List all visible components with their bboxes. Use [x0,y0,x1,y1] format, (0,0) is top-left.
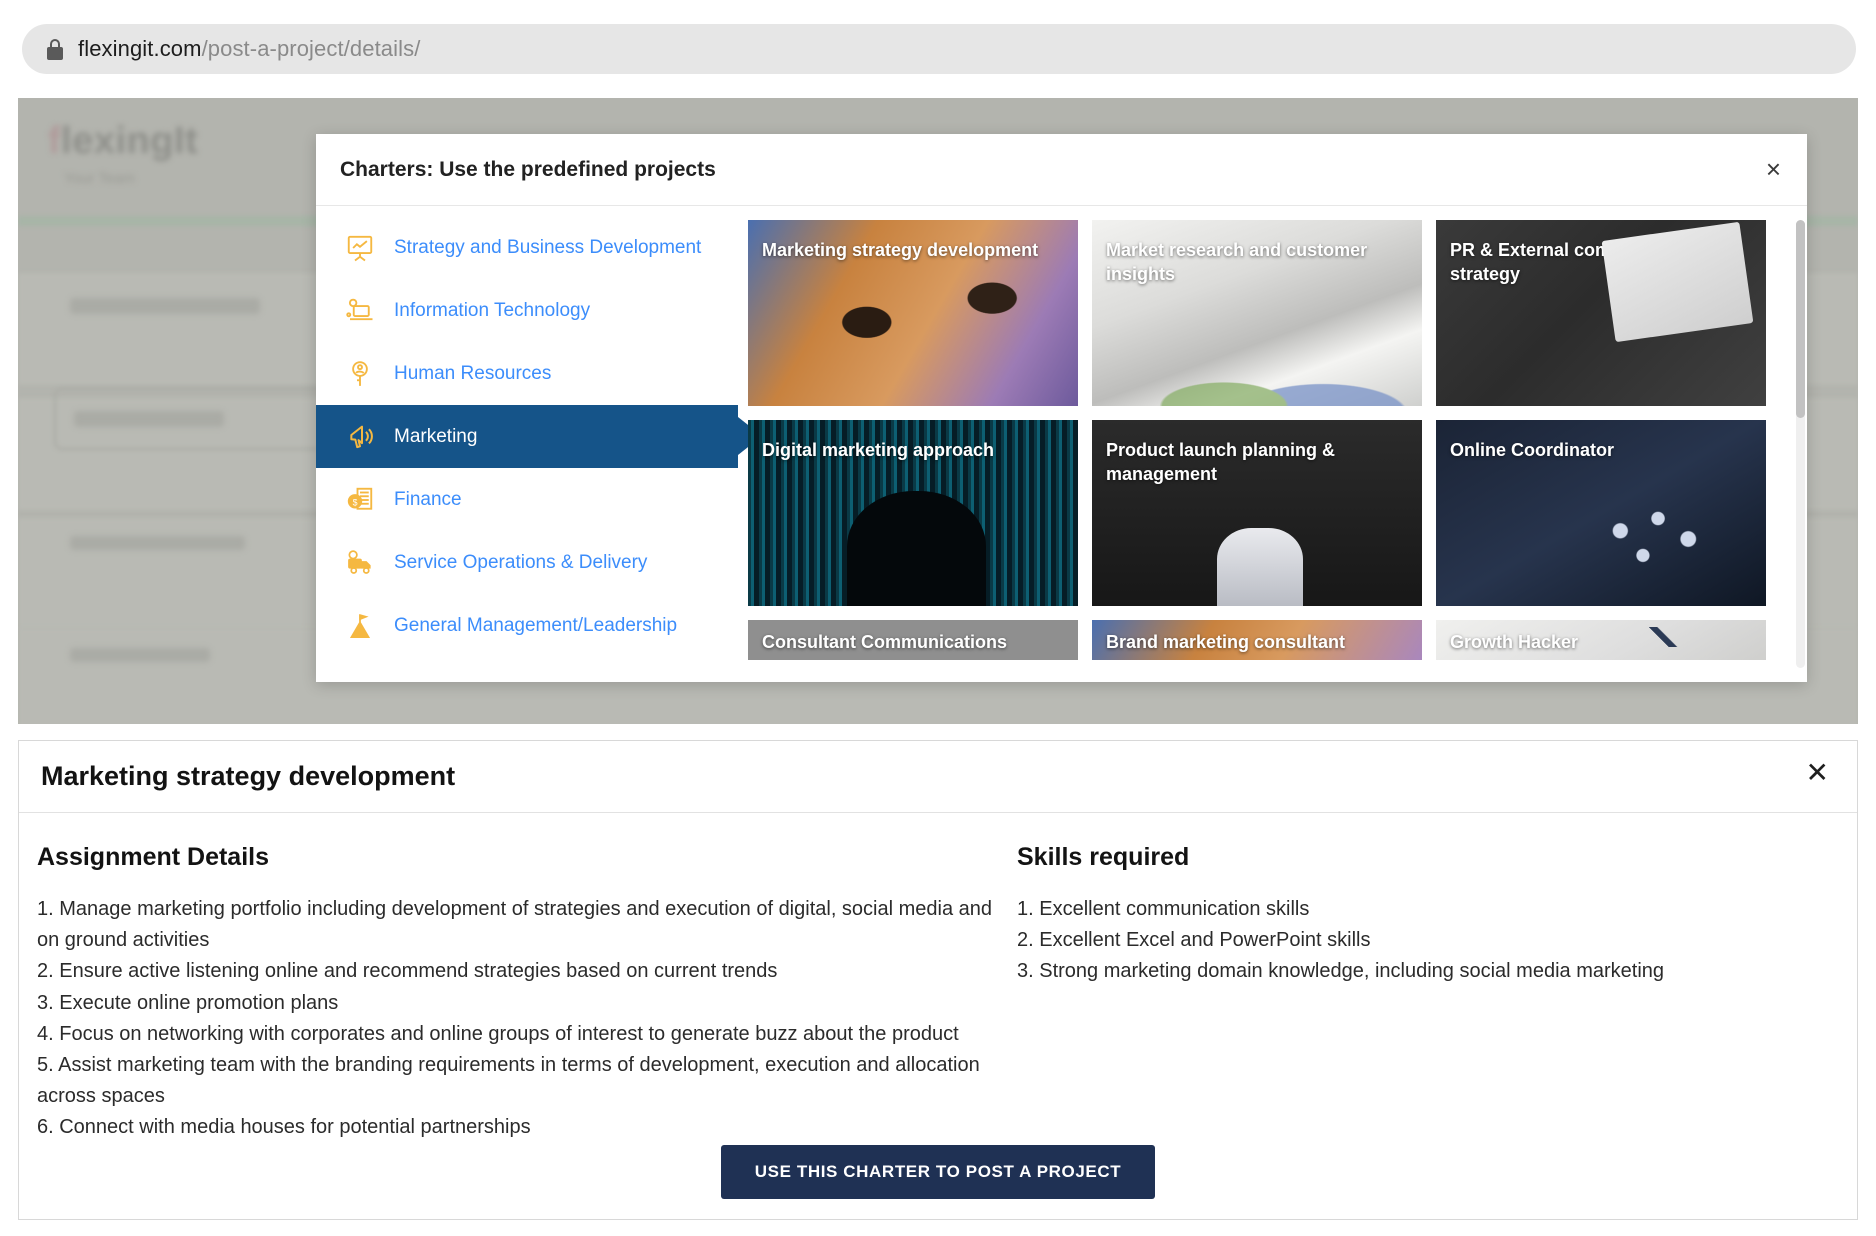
page-title: Marketing strategy development [41,761,456,791]
charter-card-title: PR & External communications strategy [1450,240,1718,285]
background-field [74,411,224,427]
coins-icon: $ [340,485,380,515]
svg-text:$: $ [353,497,358,507]
charters-modal-body: Strategy and Business Development Inform… [316,206,1807,682]
delivery-truck-icon [340,548,380,578]
url-text: flexingit.com/post-a-project/details/ [78,36,420,62]
grid-scrollbar[interactable] [1796,220,1805,668]
charter-detail-panel: Marketing strategy development ✕ Assignm… [18,740,1858,1220]
list-item: 1. Excellent communication skills [1017,898,1310,920]
close-icon[interactable]: ✕ [1806,759,1829,787]
assignment-details-list: 1. Manage marketing portfolio including … [37,894,997,1144]
charter-card[interactable]: PR & External communications strategy [1436,220,1766,406]
sidebar-item-label: General Management/Leadership [394,614,678,636]
charter-card-title: Consultant Communications [762,632,1008,652]
grid-scrollbar-thumb[interactable] [1796,220,1805,418]
list-item: 1. Manage marketing portfolio including … [37,898,993,952]
browser-chrome: flexingit.com/post-a-project/details/ [0,0,1876,98]
address-bar[interactable]: flexingit.com/post-a-project/details/ [22,24,1856,74]
category-list: Strategy and Business Development Inform… [316,206,762,682]
sidebar-item-marketing[interactable]: Marketing [316,405,762,468]
skills-required-column: Skills required 1. Excellent communicati… [997,843,1833,1144]
list-item: 3. Strong marketing domain knowledge, in… [1017,960,1665,983]
background-logo-tagline: Your Team [64,170,135,187]
charter-detail-header: Marketing strategy development ✕ [19,741,1857,813]
lock-icon [46,38,64,60]
list-item: 2. Ensure active listening online and re… [37,960,778,983]
charter-card[interactable]: Digital marketing approach [748,420,1078,606]
charter-card[interactable]: Brand marketing consultant [1092,620,1422,660]
sidebar-item-label: Finance [394,488,462,510]
charter-detail-columns: Assignment Details 1. Manage marketing p… [19,813,1857,1144]
charter-card-title: Brand marketing consultant [1106,632,1346,652]
background-field [70,648,210,662]
sidebar-item-general-management-leadership[interactable]: General Management/Leadership [316,594,738,657]
charter-card[interactable]: Product launch planning & management [1092,420,1422,606]
list-item: 6. Connect with media houses for potenti… [37,1116,531,1139]
flag-mountain-icon [340,611,380,641]
charter-card-title: Marketing strategy development [762,240,1039,260]
background-field [70,298,260,314]
sidebar-item-label: Service Operations & Delivery [394,551,648,573]
charter-card-grid: Marketing strategy development Market re… [738,206,1807,682]
sidebar-item-information-technology[interactable]: Information Technology [316,279,738,342]
charters-modal-header: Charters: Use the predefined projects × [316,134,1807,206]
background-field [70,536,245,550]
sidebar-item-label: Marketing [394,425,478,447]
charter-card[interactable]: Online Coordinator [1436,420,1766,606]
charter-card-title: Product launch planning & management [1106,440,1335,485]
list-item: 2. Excellent Excel and PowerPoint skills [1017,929,1371,952]
cta-row: USE THIS CHARTER TO POST A PROJECT [19,1145,1857,1199]
assignment-details-column: Assignment Details 1. Manage marketing p… [37,843,997,1144]
close-icon[interactable]: × [1766,156,1781,182]
charter-card-title: Digital marketing approach [762,440,995,460]
skills-required-list: 1. Excellent communication skills 2. Exc… [1017,894,1833,988]
charter-card[interactable]: Consultant Communications [748,620,1078,660]
url-domain: flexingit.com [78,36,202,61]
charter-card-title: Market research and customer insights [1106,240,1368,285]
skills-required-heading: Skills required [1017,843,1190,871]
charters-modal: Charters: Use the predefined projects × … [316,134,1807,682]
person-badge-icon [340,359,380,389]
charter-card[interactable]: Market research and customer insights [1092,220,1422,406]
list-item: 3. Execute online promotion plans [37,991,339,1014]
presentation-chart-icon [340,233,380,263]
sidebar-item-strategy-and-business-development[interactable]: Strategy and Business Development [316,216,738,279]
list-item: 4. Focus on networking with corporates a… [37,1022,959,1045]
sidebar-item-service-operations-and-delivery[interactable]: Service Operations & Delivery [316,531,738,594]
url-path: /post-a-project/details/ [201,36,421,61]
charters-modal-title: Charters: Use the predefined projects [340,157,716,181]
sidebar-item-label: Information Technology [394,299,591,321]
sidebar-item-label: Human Resources [394,362,552,384]
sidebar-item-finance[interactable]: $ Finance [316,468,738,531]
charter-card[interactable]: Growth Hacker [1436,620,1766,660]
assignment-details-heading: Assignment Details [37,843,270,871]
use-this-charter-button[interactable]: USE THIS CHARTER TO POST A PROJECT [720,1145,1156,1199]
background-logo: flexingIt [48,120,199,162]
laptop-gear-icon [340,296,380,326]
sidebar-item-label: Strategy and Business Development [394,236,702,258]
charter-card[interactable]: Marketing strategy development [748,220,1078,406]
charter-card-title: Online Coordinator [1450,440,1614,460]
sidebar-item-human-resources[interactable]: Human Resources [316,342,738,405]
megaphone-icon [340,421,380,453]
list-item: 5. Assist marketing team with the brandi… [37,1053,980,1108]
charter-card-title: Growth Hacker [1450,632,1579,652]
